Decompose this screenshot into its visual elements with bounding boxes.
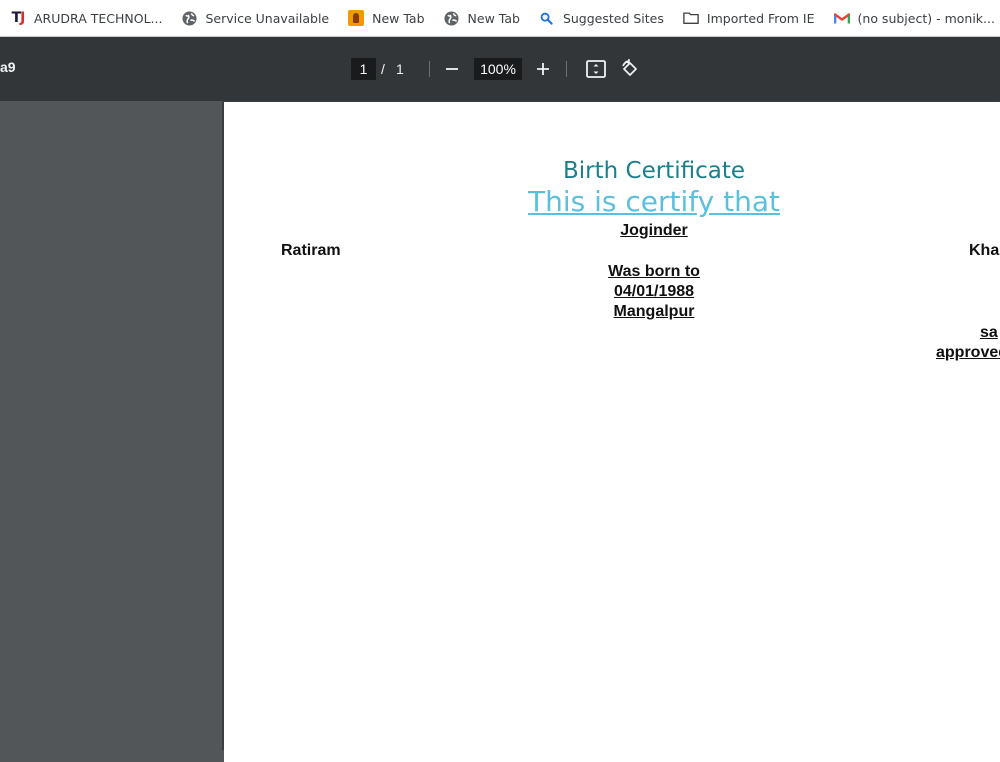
certificate-subtitle: This is certify that: [528, 185, 780, 218]
pdf-page: Birth Certificate This is certify that J…: [224, 102, 1000, 762]
bookmark-label: (no subject) - monik...: [857, 10, 995, 26]
born-label: Was born to: [608, 263, 700, 280]
folder-icon: [683, 10, 699, 26]
place-of-birth: Mangalpur: [613, 303, 695, 320]
toolbar-divider: [429, 61, 430, 77]
bookmark-label: New Tab: [372, 10, 425, 26]
total-pages: 1: [396, 61, 404, 77]
page-number-input[interactable]: 1: [351, 58, 376, 80]
rotate-button[interactable]: [618, 57, 642, 81]
bookmark-label: Suggested Sites: [562, 10, 664, 26]
bookmark-new-tab-1[interactable]: New Tab: [338, 4, 433, 32]
globe-icon: [444, 10, 460, 26]
bookmark-arudra[interactable]: TJ ARUDRA TECHNOL...: [0, 4, 171, 32]
toolbar-divider: [566, 61, 567, 77]
zoom-out-button[interactable]: [440, 57, 464, 81]
document-title: a9: [0, 59, 16, 75]
fit-to-page-button[interactable]: [584, 57, 608, 81]
page-separator: /: [381, 61, 385, 77]
bookmark-label: ARUDRA TECHNOL...: [34, 10, 163, 26]
right-text-partial-2: approved: [936, 344, 1000, 361]
bookmark-service-unavailable[interactable]: Service Unavailable: [171, 4, 338, 32]
child-name: Joginder: [620, 222, 688, 239]
date-of-birth: 04/01/1988: [613, 283, 695, 300]
right-name-partial: Kha: [969, 242, 1000, 259]
rotate-icon: [622, 59, 637, 76]
minus-icon: [446, 68, 458, 70]
bookmarks-bar: TJ ARUDRA TECHNOL... Service Unavailable…: [0, 0, 1000, 37]
bookmark-new-tab-2[interactable]: New Tab: [434, 4, 529, 32]
bookmark-imported-from-ie[interactable]: Imported From IE: [673, 4, 824, 32]
tj-logo-icon: TJ: [11, 10, 26, 26]
father-name: Ratiram: [281, 242, 341, 259]
hanuman-favicon-icon: [348, 10, 365, 26]
certificate-title: Birth Certificate: [562, 158, 745, 184]
bookmark-suggested-sites[interactable]: Suggested Sites: [529, 4, 673, 32]
gmail-icon: [833, 10, 850, 26]
bookmark-label: Imported From IE: [706, 10, 815, 26]
zoom-level-input[interactable]: 100%: [474, 58, 522, 80]
pdf-toolbar: a9 1 / 1 100%: [0, 37, 1000, 101]
fit-page-icon: [586, 60, 606, 78]
search-icon: [539, 10, 555, 26]
bookmark-label: Service Unavailable: [205, 10, 330, 26]
bookmark-label: New Tab: [467, 10, 520, 26]
right-text-partial-1: sa: [980, 324, 998, 341]
bookmark-gmail[interactable]: (no subject) - monik...: [824, 4, 1000, 32]
viewer-side-panel: [0, 101, 222, 750]
globe-icon: [181, 10, 197, 26]
plus-icon: [537, 63, 549, 75]
zoom-in-button[interactable]: [531, 57, 555, 81]
